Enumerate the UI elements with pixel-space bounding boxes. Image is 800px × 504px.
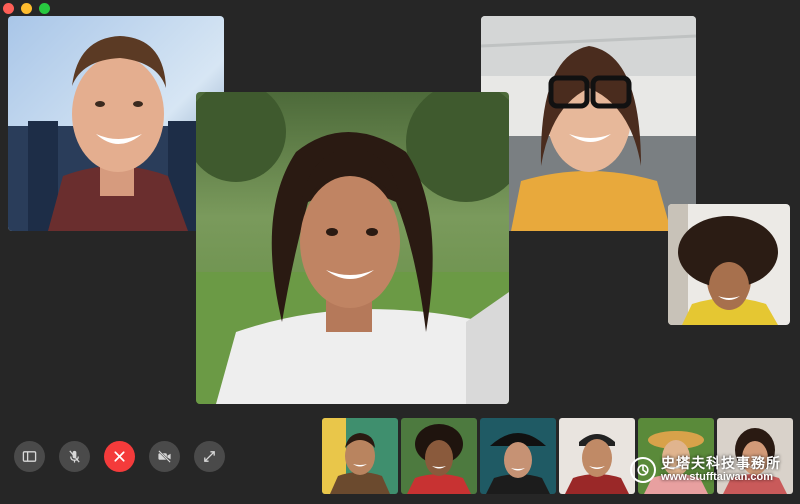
- video-slash-icon: [158, 450, 171, 463]
- fullscreen-button[interactable]: [194, 441, 225, 472]
- end-call-button[interactable]: [104, 441, 135, 472]
- close-icon: [114, 451, 125, 462]
- participant-thumbnail[interactable]: [401, 418, 477, 494]
- window-minimize-button[interactable]: [21, 3, 32, 14]
- call-controls: [14, 441, 225, 472]
- sidebar-icon: [22, 451, 37, 462]
- mute-button[interactable]: [59, 441, 90, 472]
- window-close-button[interactable]: [3, 3, 14, 14]
- watermark-title: 史塔夫科技事務所: [661, 455, 781, 471]
- camera-off-button[interactable]: [149, 441, 180, 472]
- expand-icon: [204, 451, 215, 462]
- watermark-url: www.stufftaiwan.com: [661, 471, 774, 484]
- participant-thumbnail[interactable]: [322, 418, 398, 494]
- participant-video-right[interactable]: [668, 204, 790, 325]
- window-maximize-button[interactable]: [39, 3, 50, 14]
- active-speaker-video[interactable]: [196, 92, 509, 404]
- microphone-slash-icon: [69, 450, 80, 463]
- watermark: 史塔夫科技事務所 www.stufftaiwan.com: [630, 455, 781, 484]
- participant-video-top-right[interactable]: [481, 16, 696, 231]
- participant-thumbnail[interactable]: [559, 418, 635, 494]
- watermark-logo-icon: [630, 456, 656, 483]
- window-controls: [3, 3, 50, 14]
- sidebar-toggle-button[interactable]: [14, 441, 45, 472]
- participant-thumbnail[interactable]: [480, 418, 556, 494]
- participant-video-top-left[interactable]: [8, 16, 224, 231]
